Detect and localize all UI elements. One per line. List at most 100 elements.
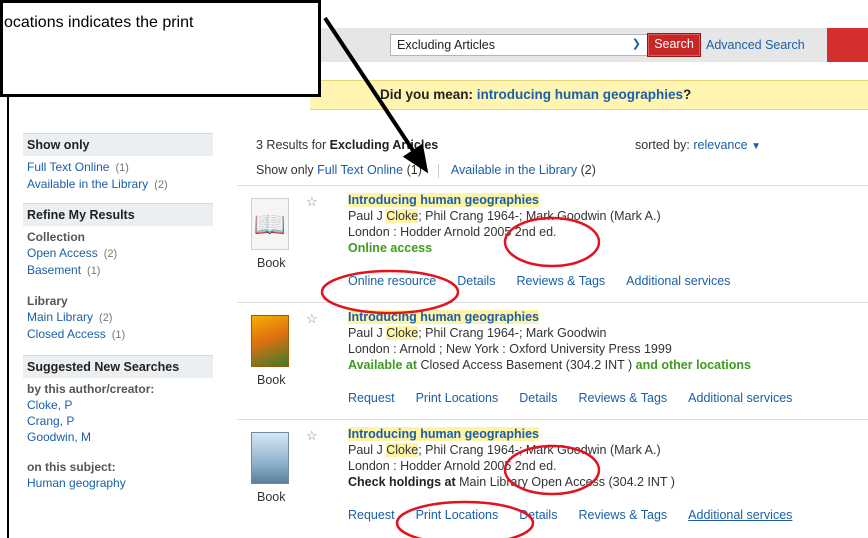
results-filter-bar: Show only Full Text Online (1) Available …: [256, 163, 596, 178]
reviews-tags-link[interactable]: Reviews & Tags: [578, 391, 667, 405]
facet-label: Available in the Library: [27, 177, 149, 191]
record-publisher: London : Hodder Arnold 2005 2nd ed.: [348, 225, 557, 239]
book-cover-image: [251, 315, 289, 367]
facet-label: Basement: [27, 263, 82, 277]
suggested-author-link[interactable]: Cloke, P: [23, 397, 213, 413]
star-icon[interactable]: ☆: [306, 428, 318, 444]
record-actions: Request Print Locations Details Reviews & T…: [348, 508, 813, 522]
result-record: Book ☆ Introducing human geographies Pau…: [237, 302, 868, 419]
additional-services-link[interactable]: Additional services: [626, 274, 730, 288]
format-label: Book: [257, 373, 286, 387]
record-title-line: Introducing human geographies: [348, 426, 675, 442]
facet-main-library[interactable]: Main Library (2): [23, 309, 213, 326]
advanced-search-link[interactable]: Advanced Search: [706, 38, 805, 52]
header-red-tab: [827, 28, 868, 62]
did-you-mean-prefix: Did you mean:: [380, 87, 477, 102]
details-link[interactable]: Details: [519, 391, 557, 405]
author-highlight: Cloke: [386, 326, 419, 340]
collection-label: Collection: [27, 230, 86, 244]
record-authors: Paul J Cloke; Phil Crang 1964-; Mark Goo…: [348, 208, 661, 224]
results-query: Excluding Articles: [329, 138, 439, 152]
author-text: Paul J: [348, 443, 387, 457]
search-scope-value: Excluding Articles: [397, 38, 495, 52]
facet-count: (2): [103, 248, 118, 260]
subject-label: on this subject:: [27, 460, 116, 474]
facet-closed-access[interactable]: Closed Access (1): [23, 326, 213, 343]
facet-label: Full Text Online: [27, 160, 110, 174]
online-resource-link[interactable]: Online resource: [348, 274, 436, 288]
filter-count: (2): [580, 163, 596, 177]
record-details: Introducing human geographies Paul J Clo…: [348, 192, 661, 256]
filter-count: (1): [406, 163, 422, 177]
filter-available-in-library[interactable]: Available in the Library: [451, 163, 577, 177]
record-title-link[interactable]: Introducing human geographies: [348, 310, 539, 324]
facet-count: (1): [87, 265, 101, 277]
record-title-link[interactable]: Introducing human geographies: [348, 427, 539, 441]
author-text: Paul J: [348, 209, 387, 223]
suggested-author-link[interactable]: Goodwin, M: [23, 429, 213, 445]
facet-available-in-library[interactable]: Available in the Library (2): [23, 176, 213, 193]
record-title-line: Introducing human geographies: [348, 192, 661, 208]
availability-tail[interactable]: and other locations: [632, 358, 751, 372]
author-text: ; Phil Crang 1964-; Mark Goodwin (Mark A…: [418, 209, 661, 223]
additional-services-link[interactable]: Additional services: [688, 391, 792, 405]
availability-lead: Available at: [348, 358, 421, 372]
details-link[interactable]: Details: [519, 508, 557, 522]
author-label: by this author/creator:: [27, 382, 155, 396]
author-text: ; Phil Crang 1964-; Mark Goodwin (Mark A…: [418, 443, 661, 457]
filter-divider: [437, 163, 439, 178]
star-icon[interactable]: ☆: [306, 194, 318, 210]
details-link[interactable]: Details: [457, 274, 495, 288]
suggested-searches-heading: Suggested New Searches: [23, 355, 213, 378]
filter-full-text-online[interactable]: Full Text Online: [317, 163, 403, 177]
print-locations-link[interactable]: Print Locations: [416, 391, 499, 405]
search-scope-select[interactable]: Excluding Articles ❯: [390, 34, 648, 56]
facet-count: (2): [99, 312, 113, 324]
results-list: 3 Results for Excluding Articles sorted …: [237, 133, 868, 522]
suggested-subject-link[interactable]: Human geography: [23, 475, 213, 491]
request-link[interactable]: Request: [348, 508, 395, 522]
request-link[interactable]: Request: [348, 391, 395, 405]
facet-full-text-online[interactable]: Full Text Online (1): [23, 159, 213, 176]
author-highlight: Cloke: [386, 209, 419, 223]
search-button[interactable]: Search: [647, 33, 701, 57]
facet-label: Main Library: [27, 310, 94, 324]
facet-open-access[interactable]: Open Access (2): [23, 245, 213, 262]
reviews-tags-link[interactable]: Reviews & Tags: [516, 274, 605, 288]
annotation-callout-text: ocations indicates the print: [4, 14, 194, 31]
facet-count: (1): [111, 329, 126, 341]
sort-label: sorted by:: [635, 138, 690, 152]
print-locations-link[interactable]: Print Locations: [416, 508, 499, 522]
facet-label: Closed Access: [27, 327, 106, 341]
availability-status: Available at Closed Access Basement (304…: [348, 357, 751, 373]
did-you-mean-link[interactable]: introducing human geographies: [477, 87, 683, 102]
results-count: 3 Results for Excluding Articles: [256, 138, 438, 152]
chevron-down-icon: ❯: [631, 38, 641, 50]
record-title-link[interactable]: Introducing human geographies: [348, 193, 539, 207]
star-icon[interactable]: ☆: [306, 311, 318, 327]
book-cover-image: [251, 432, 289, 484]
author-text: Paul J: [348, 326, 387, 340]
results-count-prefix: 3 Results for: [256, 138, 330, 152]
holdings-lead: Check holdings at: [348, 475, 460, 489]
record-authors: Paul J Cloke; Phil Crang 1964-; Mark Goo…: [348, 325, 751, 341]
library-label: Library: [27, 294, 68, 308]
record-actions: Online resource Details Reviews & Tags Addi…: [348, 274, 751, 288]
search-bar: Excluding Articles ❯ Search Advanced Sea…: [310, 28, 868, 62]
reviews-tags-link[interactable]: Reviews & Tags: [578, 508, 667, 522]
did-you-mean-banner: Did you mean: introducing human geograph…: [310, 80, 868, 110]
record-publisher: London : Arnold ; New York : Oxford Univ…: [348, 342, 672, 356]
sort-control[interactable]: sorted by: relevance ▼: [635, 138, 761, 152]
results-header: 3 Results for Excluding Articles sorted …: [237, 133, 868, 178]
format-label: Book: [257, 490, 286, 504]
record-publisher: London : Hodder Arnold 2005 2nd ed.: [348, 459, 557, 473]
holdings-location: Main Library Open Access (304.2 INT ): [459, 475, 675, 489]
suggested-author-link[interactable]: Crang, P: [23, 413, 213, 429]
facet-basement[interactable]: Basement (1): [23, 262, 213, 279]
sidebar: Show only Full Text Online (1) Available …: [23, 133, 213, 491]
annotation-frame-line: [7, 97, 9, 538]
holdings-status: Check holdings at Main Library Open Acce…: [348, 474, 675, 490]
book-icon: 📖: [253, 209, 287, 239]
online-access-status[interactable]: Online access: [348, 240, 661, 256]
additional-services-link[interactable]: Additional services: [688, 508, 792, 522]
